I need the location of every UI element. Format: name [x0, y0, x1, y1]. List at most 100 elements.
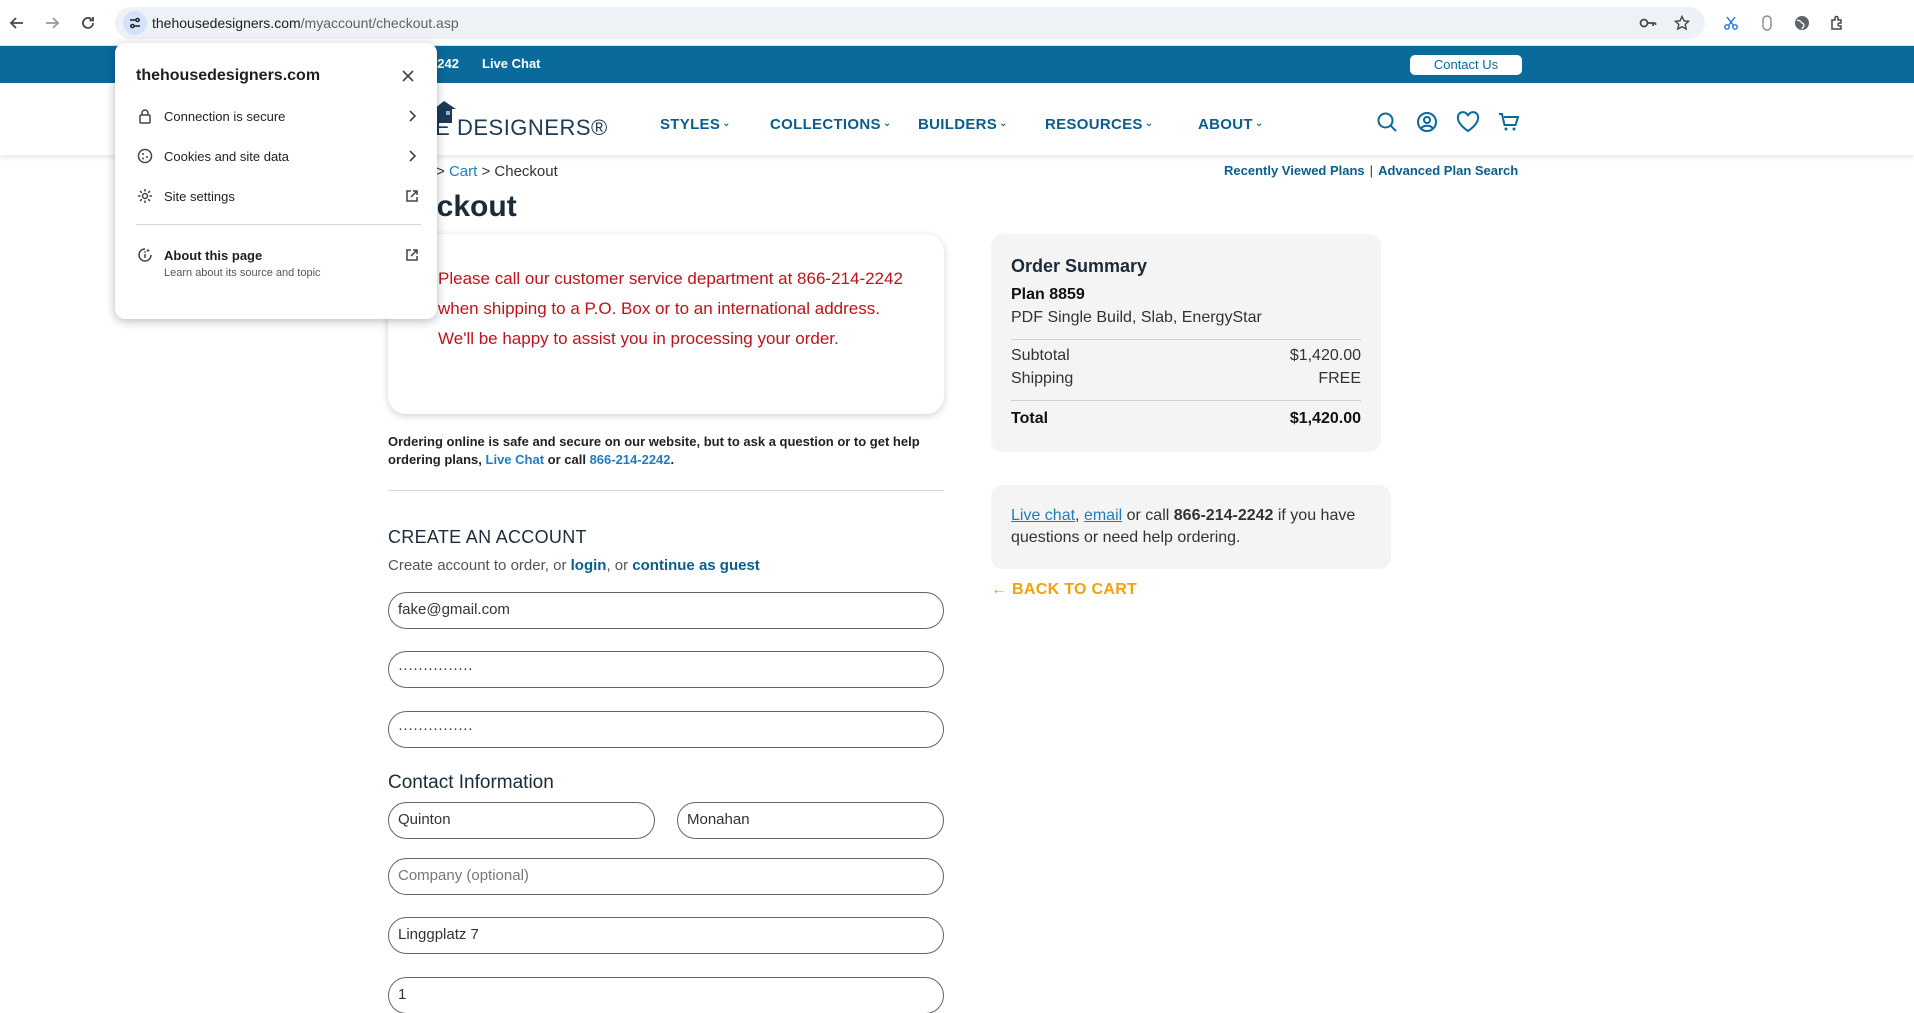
help-middle: or call	[1122, 507, 1174, 524]
reload-icon	[82, 17, 94, 29]
nav-styles[interactable]: STYLES ⌄	[660, 116, 731, 133]
site-info-button[interactable]	[123, 11, 147, 35]
address-line2-field[interactable]: 1	[388, 977, 944, 1013]
connection-secure-row[interactable]: Connection is secure	[136, 105, 421, 129]
cookies-site-data-row[interactable]: Cookies and site data	[136, 145, 421, 169]
back-arrow-icon	[9, 17, 23, 29]
search-icon	[1377, 112, 1397, 132]
summary-divider	[1011, 339, 1361, 340]
url-domain: thehousedesigners.com	[152, 15, 301, 31]
confirm-password-field[interactable]: ···············	[388, 711, 944, 748]
live-chat-link[interactable]: Live Chat	[486, 452, 545, 467]
nav-styles-label: STYLES	[660, 116, 721, 133]
phone-link[interactable]: 866-214-2242	[590, 452, 671, 467]
contact-information-heading: Contact Information	[388, 772, 554, 793]
plan-name: Plan 8859	[1011, 286, 1085, 303]
header-account-button[interactable]	[1414, 109, 1440, 135]
subtotal-value: $1,420.00	[1289, 347, 1361, 364]
about-this-page-subtext: Learn about its source and topic	[164, 267, 321, 279]
nav-builders[interactable]: BUILDERS ⌄	[918, 116, 1008, 133]
nav-resources-label: RESOURCES	[1045, 116, 1143, 133]
contact-us-button[interactable]: Contact Us	[1410, 55, 1522, 75]
site-info-popup: thehousedesigners.com Connection is secu…	[115, 43, 437, 319]
total-label: Total	[1011, 410, 1049, 427]
site-settings-row[interactable]: Site settings	[136, 185, 421, 209]
continue-as-guest-link[interactable]: continue as guest	[632, 557, 760, 574]
recently-viewed-plans-link[interactable]: Recently Viewed Plans	[1224, 163, 1365, 178]
subtotal-row: Subtotal $1,420.00	[1011, 347, 1361, 365]
nav-builders-label: BUILDERS	[918, 116, 998, 133]
header-cart-button[interactable]	[1496, 109, 1522, 135]
back-button[interactable]	[5, 11, 29, 35]
address-bar[interactable]: thehousedesigners.com/myaccount/checkout…	[115, 7, 1705, 39]
extensions-menu-button[interactable]	[1826, 11, 1850, 35]
header-favorites-button[interactable]	[1455, 109, 1481, 135]
breadcrumb-separator: >	[436, 163, 445, 180]
nav-about-label: ABOUT	[1198, 116, 1253, 133]
shipping-row: Shipping FREE	[1011, 370, 1361, 388]
popup-close-button[interactable]	[397, 65, 419, 87]
password-field[interactable]: ···············	[388, 651, 944, 688]
globe-icon	[1795, 16, 1809, 30]
header-search-button[interactable]	[1374, 109, 1400, 135]
cookie-icon	[136, 147, 154, 165]
forward-arrow-icon	[46, 17, 60, 29]
help-text: Live chat, email or call 866-214-2242 if…	[1011, 505, 1371, 549]
user-icon	[1417, 112, 1437, 132]
help-live-chat-link[interactable]: Live chat	[1011, 507, 1075, 524]
breadcrumb-separator: >	[481, 163, 491, 180]
summary-divider	[1011, 400, 1361, 401]
extension-globe-button[interactable]	[1790, 11, 1814, 35]
create-account-heading: CREATE AN ACCOUNT	[388, 527, 587, 547]
extension-scissors-button[interactable]	[1719, 11, 1743, 35]
nav-resources[interactable]: RESOURCES ⌄	[1045, 116, 1153, 133]
bookmark-button[interactable]	[1671, 12, 1693, 34]
chevron-right-icon	[403, 107, 421, 125]
lock-icon	[136, 107, 154, 125]
nav-collections[interactable]: COLLECTIONS ⌄	[770, 116, 892, 133]
open-external-icon	[403, 246, 421, 264]
chevron-down-icon: ⌄	[999, 118, 1008, 129]
breadcrumb-cart-link[interactable]: Cart	[449, 163, 477, 180]
cookies-site-data-label: Cookies and site data	[164, 149, 290, 164]
close-icon	[402, 70, 414, 82]
create-account-or: , or	[606, 557, 633, 574]
secure-ordering-text: Ordering online is safe and secure on ou…	[388, 433, 948, 469]
forward-button[interactable]	[40, 11, 64, 35]
total-value: $1,420.00	[1289, 410, 1361, 427]
shipping-value: FREE	[1318, 370, 1361, 387]
site-logo[interactable]: SE DESIGNERS®	[420, 115, 608, 141]
last-name-field[interactable]: Monahan	[677, 802, 944, 839]
back-to-cart-link[interactable]: ← BACK TO CART	[991, 581, 1137, 599]
extension-button[interactable]	[1755, 11, 1779, 35]
about-this-page-row[interactable]: About this page	[136, 244, 421, 268]
star-icon	[1674, 15, 1690, 31]
chevron-right-icon	[403, 147, 421, 165]
plan-description: PDF Single Build, Slab, EnergyStar	[1011, 309, 1262, 326]
login-link[interactable]: login	[571, 557, 607, 574]
shipping-label: Shipping	[1011, 370, 1074, 387]
first-name-field[interactable]: Quinton	[388, 802, 655, 839]
email-field[interactable]: fake@gmail.com	[388, 592, 944, 629]
nav-collections-label: COLLECTIONS	[770, 116, 881, 133]
order-summary-title: Order Summary	[1011, 256, 1148, 276]
secure-ordering-end: .	[670, 452, 675, 467]
help-email-link[interactable]: email	[1084, 507, 1122, 524]
topbar-live-chat-link[interactable]: Live Chat	[482, 56, 541, 71]
order-summary-card: Order Summary Plan 8859 PDF Single Build…	[991, 234, 1381, 452]
link-separator: |	[1369, 163, 1374, 178]
section-divider	[388, 490, 944, 491]
create-account-subtext: Create account to order, or login, or co…	[388, 557, 760, 574]
address-line1-field[interactable]: Linggplatz 7	[388, 917, 944, 954]
advanced-plan-search-link[interactable]: Advanced Plan Search	[1378, 163, 1518, 178]
password-key-button[interactable]	[1637, 12, 1659, 34]
tune-icon	[130, 17, 140, 29]
total-row: Total $1,420.00	[1011, 410, 1361, 428]
heart-icon	[1456, 111, 1480, 133]
popup-divider	[136, 224, 421, 225]
reload-button[interactable]	[76, 11, 100, 35]
company-field[interactable]: Company (optional)	[388, 858, 944, 895]
help-box: Live chat, email or call 866-214-2242 if…	[991, 485, 1391, 569]
gear-icon	[136, 187, 154, 205]
nav-about[interactable]: ABOUT ⌄	[1198, 116, 1264, 133]
